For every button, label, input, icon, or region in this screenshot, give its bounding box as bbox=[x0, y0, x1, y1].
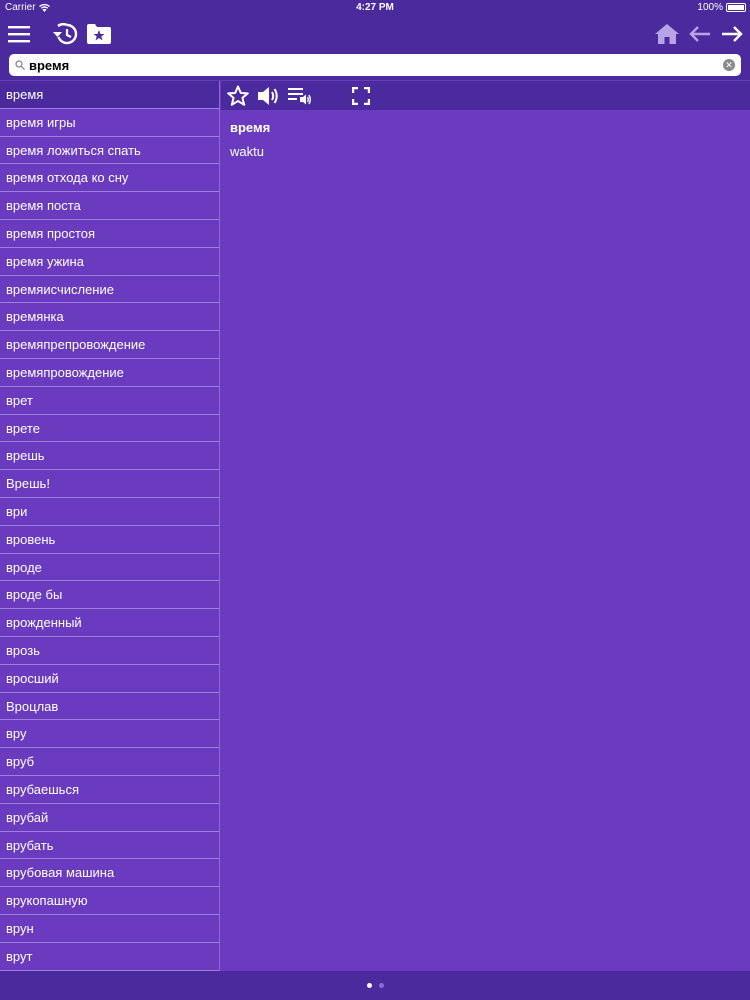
word-list-item[interactable]: время ужина bbox=[0, 248, 219, 276]
fullscreen-button[interactable] bbox=[348, 83, 374, 109]
star-icon bbox=[227, 85, 249, 106]
battery-indicator: 100% bbox=[697, 2, 746, 13]
favorite-button[interactable] bbox=[225, 83, 251, 109]
search-box[interactable]: ✕ bbox=[9, 54, 741, 76]
word-list-item[interactable]: врете bbox=[0, 415, 219, 443]
search-icon bbox=[15, 60, 25, 70]
arrow-right-icon bbox=[722, 26, 743, 42]
word-list-item[interactable]: вруб bbox=[0, 748, 219, 776]
arrow-left-icon bbox=[689, 26, 710, 42]
word-list-item[interactable]: времяпрепровождение bbox=[0, 331, 219, 359]
word-list-item[interactable]: врубай bbox=[0, 804, 219, 832]
word-list-item[interactable]: врукопашную bbox=[0, 887, 219, 915]
favorites-button[interactable] bbox=[83, 18, 115, 50]
back-button[interactable] bbox=[684, 18, 716, 50]
word-list-item[interactable]: врут bbox=[0, 943, 219, 971]
home-icon bbox=[655, 24, 679, 44]
word-list-item[interactable]: время ложиться спать bbox=[0, 137, 219, 165]
history-icon bbox=[53, 23, 78, 45]
battery-percent: 100% bbox=[697, 2, 723, 13]
word-list-item[interactable]: время поста bbox=[0, 192, 219, 220]
top-toolbar bbox=[0, 16, 750, 52]
word-list-item[interactable]: врубаешься bbox=[0, 776, 219, 804]
word-list-item[interactable]: время отхода ко сну bbox=[0, 164, 219, 193]
word-list-item[interactable]: вру bbox=[0, 720, 219, 749]
close-icon: ✕ bbox=[725, 60, 733, 70]
word-list-item[interactable]: врет bbox=[0, 387, 219, 415]
word-list-item[interactable]: ври bbox=[0, 498, 219, 526]
word-list-item[interactable]: врозь bbox=[0, 637, 219, 665]
word-list-item[interactable]: врубать bbox=[0, 832, 219, 860]
word-list-item[interactable]: врун bbox=[0, 915, 219, 943]
entry-headword: время bbox=[230, 120, 271, 135]
home-button[interactable] bbox=[651, 18, 683, 50]
word-list-item[interactable]: врубовая машина bbox=[0, 859, 219, 888]
page-dot[interactable] bbox=[366, 983, 372, 988]
word-list: время время игры время ложиться спать время… bbox=[0, 81, 220, 971]
clear-search-button[interactable]: ✕ bbox=[723, 59, 735, 71]
page-indicator bbox=[0, 971, 750, 1000]
fullscreen-icon bbox=[352, 87, 370, 105]
search-input[interactable] bbox=[29, 57, 719, 73]
word-list-item[interactable]: время bbox=[0, 81, 219, 109]
speak-list-button[interactable] bbox=[287, 83, 313, 109]
status-time: 4:27 PM bbox=[356, 2, 394, 13]
word-list-item[interactable]: Вроцлав bbox=[0, 693, 219, 721]
word-list-item[interactable]: вроде бы bbox=[0, 581, 219, 610]
entry-pane: время waktu bbox=[221, 81, 750, 971]
word-list-item[interactable]: время игры bbox=[0, 109, 219, 137]
word-list-item[interactable]: времяисчисление bbox=[0, 276, 219, 304]
history-button[interactable] bbox=[50, 18, 82, 50]
word-list-item[interactable]: время простоя bbox=[0, 220, 219, 248]
status-bar: Carrier 4:27 PM 100% bbox=[0, 0, 750, 16]
hamburger-menu-icon bbox=[8, 26, 30, 43]
speaker-icon bbox=[258, 87, 278, 105]
page-dot[interactable] bbox=[378, 983, 384, 988]
search-bar: ✕ bbox=[0, 52, 750, 80]
playlist-audio-icon bbox=[288, 88, 311, 105]
forward-button[interactable] bbox=[716, 18, 748, 50]
word-list-item[interactable]: времяпровождение bbox=[0, 359, 219, 387]
word-list-item[interactable]: вросший bbox=[0, 665, 219, 693]
speak-button[interactable] bbox=[256, 83, 282, 109]
menu-button[interactable] bbox=[3, 18, 35, 50]
word-list-item[interactable]: вровень bbox=[0, 526, 219, 554]
entry-action-bar bbox=[221, 81, 750, 110]
entry-translation: waktu bbox=[230, 144, 264, 159]
word-list-item[interactable]: Врешь! bbox=[0, 470, 219, 498]
battery-icon bbox=[726, 3, 746, 12]
word-list-item[interactable]: вроде bbox=[0, 554, 219, 582]
word-list-item[interactable]: времянка bbox=[0, 303, 219, 332]
word-list-item[interactable]: врожденный bbox=[0, 609, 219, 637]
word-list-item[interactable]: врешь bbox=[0, 442, 219, 471]
favorites-folder-icon bbox=[87, 24, 111, 44]
